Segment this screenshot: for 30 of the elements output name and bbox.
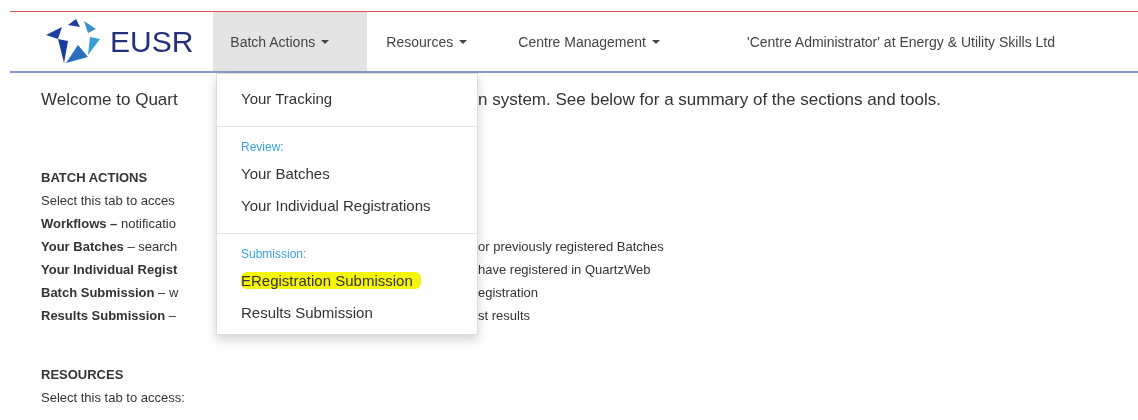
nav-tab[interactable]: Centre Management <box>501 12 675 71</box>
body-text: have registered in QuartzWeb <box>478 262 651 277</box>
menu-item[interactable]: Your Tracking <box>217 82 477 114</box>
menu-header: Review: <box>240 139 285 156</box>
nav-tab[interactable]: Resources <box>369 12 500 71</box>
section-heading: BATCH ACTIONS <box>41 170 149 185</box>
brand-name[interactable]: EUSR <box>110 24 194 59</box>
menu-item[interactable]: ERegistration Submission <box>217 264 477 296</box>
body-text: Your Batches – search <box>41 239 179 254</box>
body-text: Batch Submission – w <box>41 285 180 300</box>
body-text: Workflows – notificatio <box>41 216 177 231</box>
body-text: n system. See below for a summary of the sections and tools. <box>478 90 941 110</box>
body-text: or previously registered Batches <box>478 239 664 254</box>
body-text: Select this tab to access: <box>41 390 186 405</box>
caret-icon <box>321 39 330 44</box>
nav-tab[interactable]: Batch Actions <box>213 12 368 71</box>
body-text: Select this tab to acces <box>41 193 176 208</box>
body-text: egistration <box>478 285 538 300</box>
body-text: Results Submission – <box>41 308 178 323</box>
caret-icon <box>459 39 468 44</box>
menu-item[interactable]: Your Batches <box>217 157 477 189</box>
caret-icon <box>652 39 660 44</box>
body-text: Your Individual Regist <box>41 262 179 277</box>
menu-item[interactable]: Results Submission <box>217 296 477 328</box>
body-text: Welcome to Quart <box>41 90 179 110</box>
menu-item[interactable]: Your Individual Registrations <box>217 189 477 221</box>
user-role: 'Centre Administrator' at Energy & Utility Skills Ltd <box>747 33 1055 50</box>
body-text: st results <box>478 308 530 323</box>
menu-header: Submission: <box>240 246 308 263</box>
section-heading: RESOURCES <box>41 367 125 382</box>
